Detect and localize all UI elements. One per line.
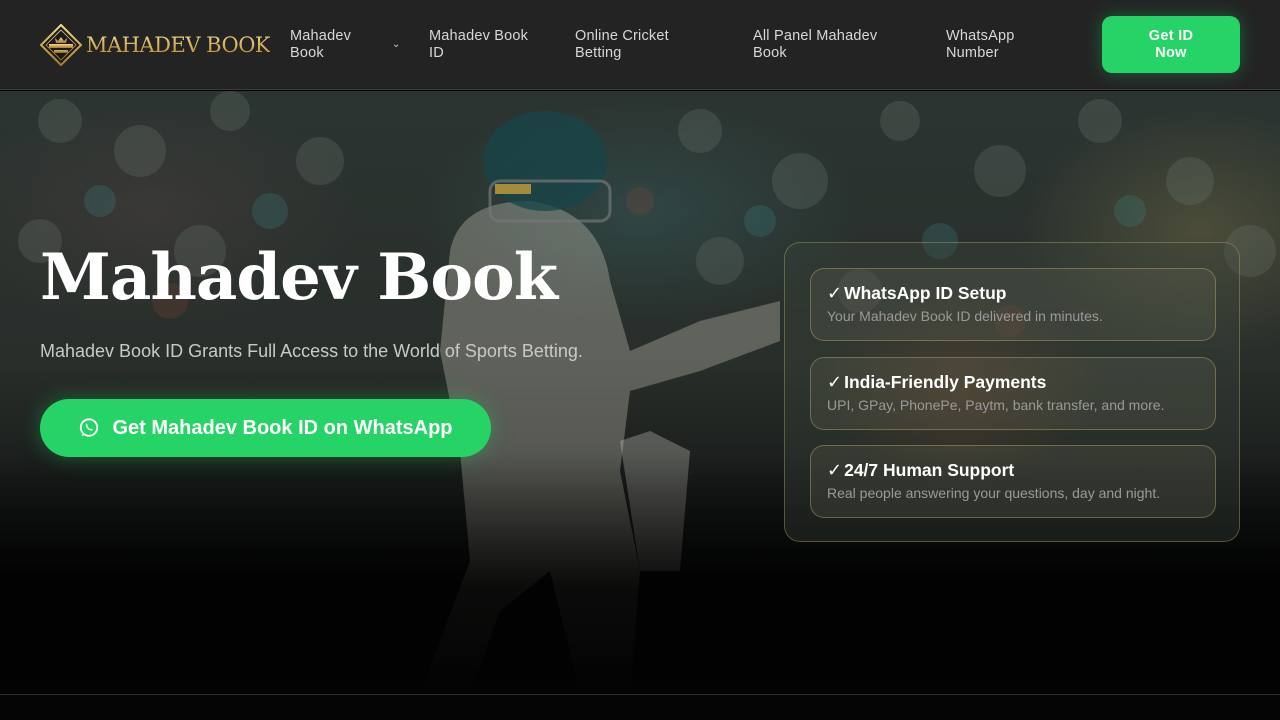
- feature-description: UPI, GPay, PhonePe, Paytm, bank transfer…: [827, 397, 1165, 413]
- checkmark-icon: ✓: [827, 283, 843, 303]
- nav-item-whatsapp-number[interactable]: WhatsApp Number: [946, 28, 1102, 62]
- features-panel: ✓ WhatsApp ID Setup Your Mahadev Book ID…: [784, 242, 1240, 542]
- feature-title: ✓ 24/7 Human Support: [827, 460, 1199, 481]
- whatsapp-cta-button[interactable]: Get Mahadev Book ID on WhatsApp: [40, 399, 491, 457]
- feature-card: ✓ 24/7 Human Support Real people answeri…: [810, 445, 1216, 518]
- checkmark-icon: ✓: [827, 460, 843, 480]
- feature-title-text: 24/7 Human Support: [844, 460, 1015, 480]
- brand-logo[interactable]: MAHADEV BOOK: [40, 23, 290, 66]
- logo-emblem-icon: [40, 23, 82, 66]
- feature-title: ✓ WhatsApp ID Setup: [827, 283, 1199, 304]
- nav-item-label: Mahadev Book: [290, 27, 352, 61]
- site-header: MAHADEV BOOK Mahadev Book ⌄ Mahadev Book…: [0, 0, 1280, 90]
- feature-title: ✓ India-Friendly Payments: [827, 372, 1199, 393]
- nav-item-online-cricket-betting[interactable]: Online Cricket Betting: [575, 28, 753, 62]
- hero-subtitle: Mahadev Book ID Grants Full Access to th…: [40, 341, 583, 361]
- get-id-now-label: Get ID Now: [1148, 27, 1194, 61]
- hero-title: Mahadev Book: [40, 240, 558, 315]
- feature-card: ✓ WhatsApp ID Setup Your Mahadev Book ID…: [810, 268, 1216, 341]
- whatsapp-cta-label: Get Mahadev Book ID on WhatsApp: [112, 416, 453, 439]
- feature-title-text: India-Friendly Payments: [844, 372, 1047, 392]
- nav-item-label: All Panel Mahadev Book: [753, 27, 878, 61]
- nav-item-label: WhatsApp Number: [946, 27, 1015, 61]
- nav-item-label: Mahadev Book ID: [429, 27, 529, 61]
- nav-item-mahadev-book[interactable]: Mahadev Book ⌄: [290, 28, 429, 62]
- brand-name: MAHADEV BOOK: [86, 32, 271, 57]
- feature-title-text: WhatsApp ID Setup: [844, 283, 1007, 303]
- main-nav: Mahadev Book ⌄ Mahadev Book ID Online Cr…: [290, 28, 1102, 62]
- feature-card: ✓ India-Friendly Payments UPI, GPay, Pho…: [810, 357, 1216, 430]
- nav-item-label: Online Cricket Betting: [575, 27, 669, 61]
- nav-item-mahadev-book-id[interactable]: Mahadev Book ID: [429, 28, 575, 62]
- feature-description: Your Mahadev Book ID delivered in minute…: [827, 308, 1103, 324]
- chevron-down-icon: ⌄: [392, 39, 401, 50]
- next-section: [0, 695, 1280, 720]
- nav-item-all-panel[interactable]: All Panel Mahadev Book: [753, 28, 946, 62]
- checkmark-icon: ✓: [827, 372, 843, 392]
- get-id-now-button[interactable]: Get ID Now: [1102, 16, 1240, 73]
- feature-description: Real people answering your questions, da…: [827, 485, 1161, 501]
- whatsapp-icon: [80, 418, 99, 437]
